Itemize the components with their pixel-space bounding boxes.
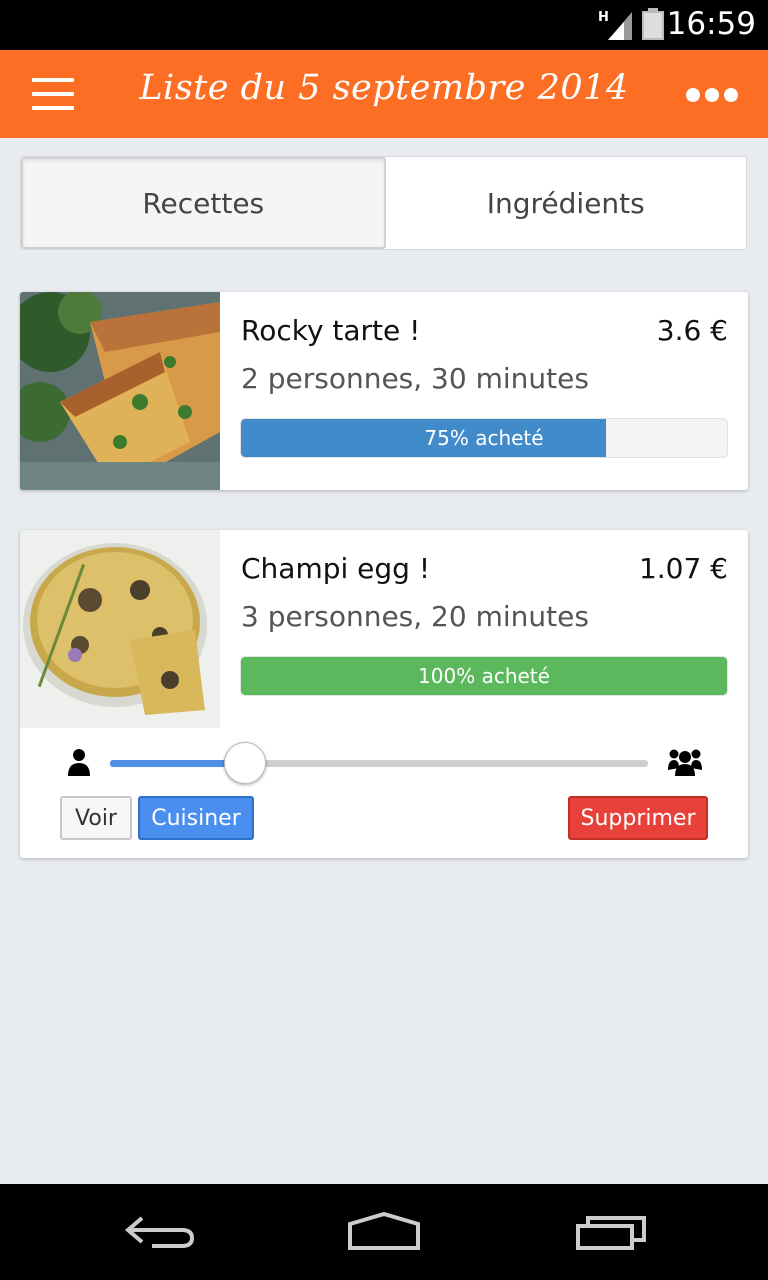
recipe-photo — [20, 292, 220, 490]
app-bar: Liste du 5 septembre 2014 — [0, 50, 768, 138]
cook-button[interactable]: Cuisiner — [138, 796, 254, 840]
system-nav-bar — [0, 1184, 768, 1280]
tab-recettes[interactable]: Recettes — [21, 157, 386, 249]
recipe-name: Champi egg ! — [241, 552, 431, 585]
hamburger-icon[interactable] — [32, 78, 74, 110]
tab-bar: Recettes Ingrédients — [20, 156, 747, 250]
home-icon[interactable] — [344, 1212, 424, 1252]
recipe-meta: 2 personnes, 30 minutes — [241, 362, 589, 395]
status-bar: H 16:59 — [0, 0, 768, 50]
recipe-photo — [20, 530, 220, 728]
purchase-progress: 100% acheté — [240, 656, 728, 696]
slider-thumb[interactable] — [223, 742, 266, 784]
tab-ingredients[interactable]: Ingrédients — [386, 157, 747, 249]
group-icon — [668, 749, 702, 776]
recipe-price: 3.6 € — [656, 314, 728, 347]
recent-apps-icon[interactable] — [572, 1212, 652, 1252]
servings-slider[interactable] — [110, 742, 648, 784]
more-dots-icon[interactable] — [686, 86, 738, 104]
progress-label: 75% acheté — [424, 426, 544, 450]
purchase-progress: 75% acheté — [240, 418, 728, 458]
servings-slider-row — [20, 742, 748, 784]
recipe-price: 1.07 € — [638, 552, 728, 585]
recipe-card[interactable]: Rocky tarte ! 3.6 € 2 personnes, 30 minu… — [20, 292, 748, 490]
recipe-meta: 3 personnes, 20 minutes — [241, 600, 589, 633]
delete-button[interactable]: Supprimer — [568, 796, 708, 840]
recipe-card-expanded[interactable]: Champi egg ! 1.07 € 3 personnes, 20 minu… — [20, 530, 748, 858]
progress-label: 100% acheté — [418, 664, 550, 688]
back-icon[interactable] — [122, 1212, 202, 1252]
clock: 16:59 — [666, 6, 756, 42]
battery-icon — [642, 8, 664, 40]
network-type: H — [598, 10, 609, 25]
person-icon — [68, 749, 90, 776]
recipe-name: Rocky tarte ! — [241, 314, 421, 347]
view-button[interactable]: Voir — [60, 796, 132, 840]
page-title: Liste du 5 septembre 2014 — [139, 68, 629, 108]
signal-icon: H — [598, 10, 632, 40]
